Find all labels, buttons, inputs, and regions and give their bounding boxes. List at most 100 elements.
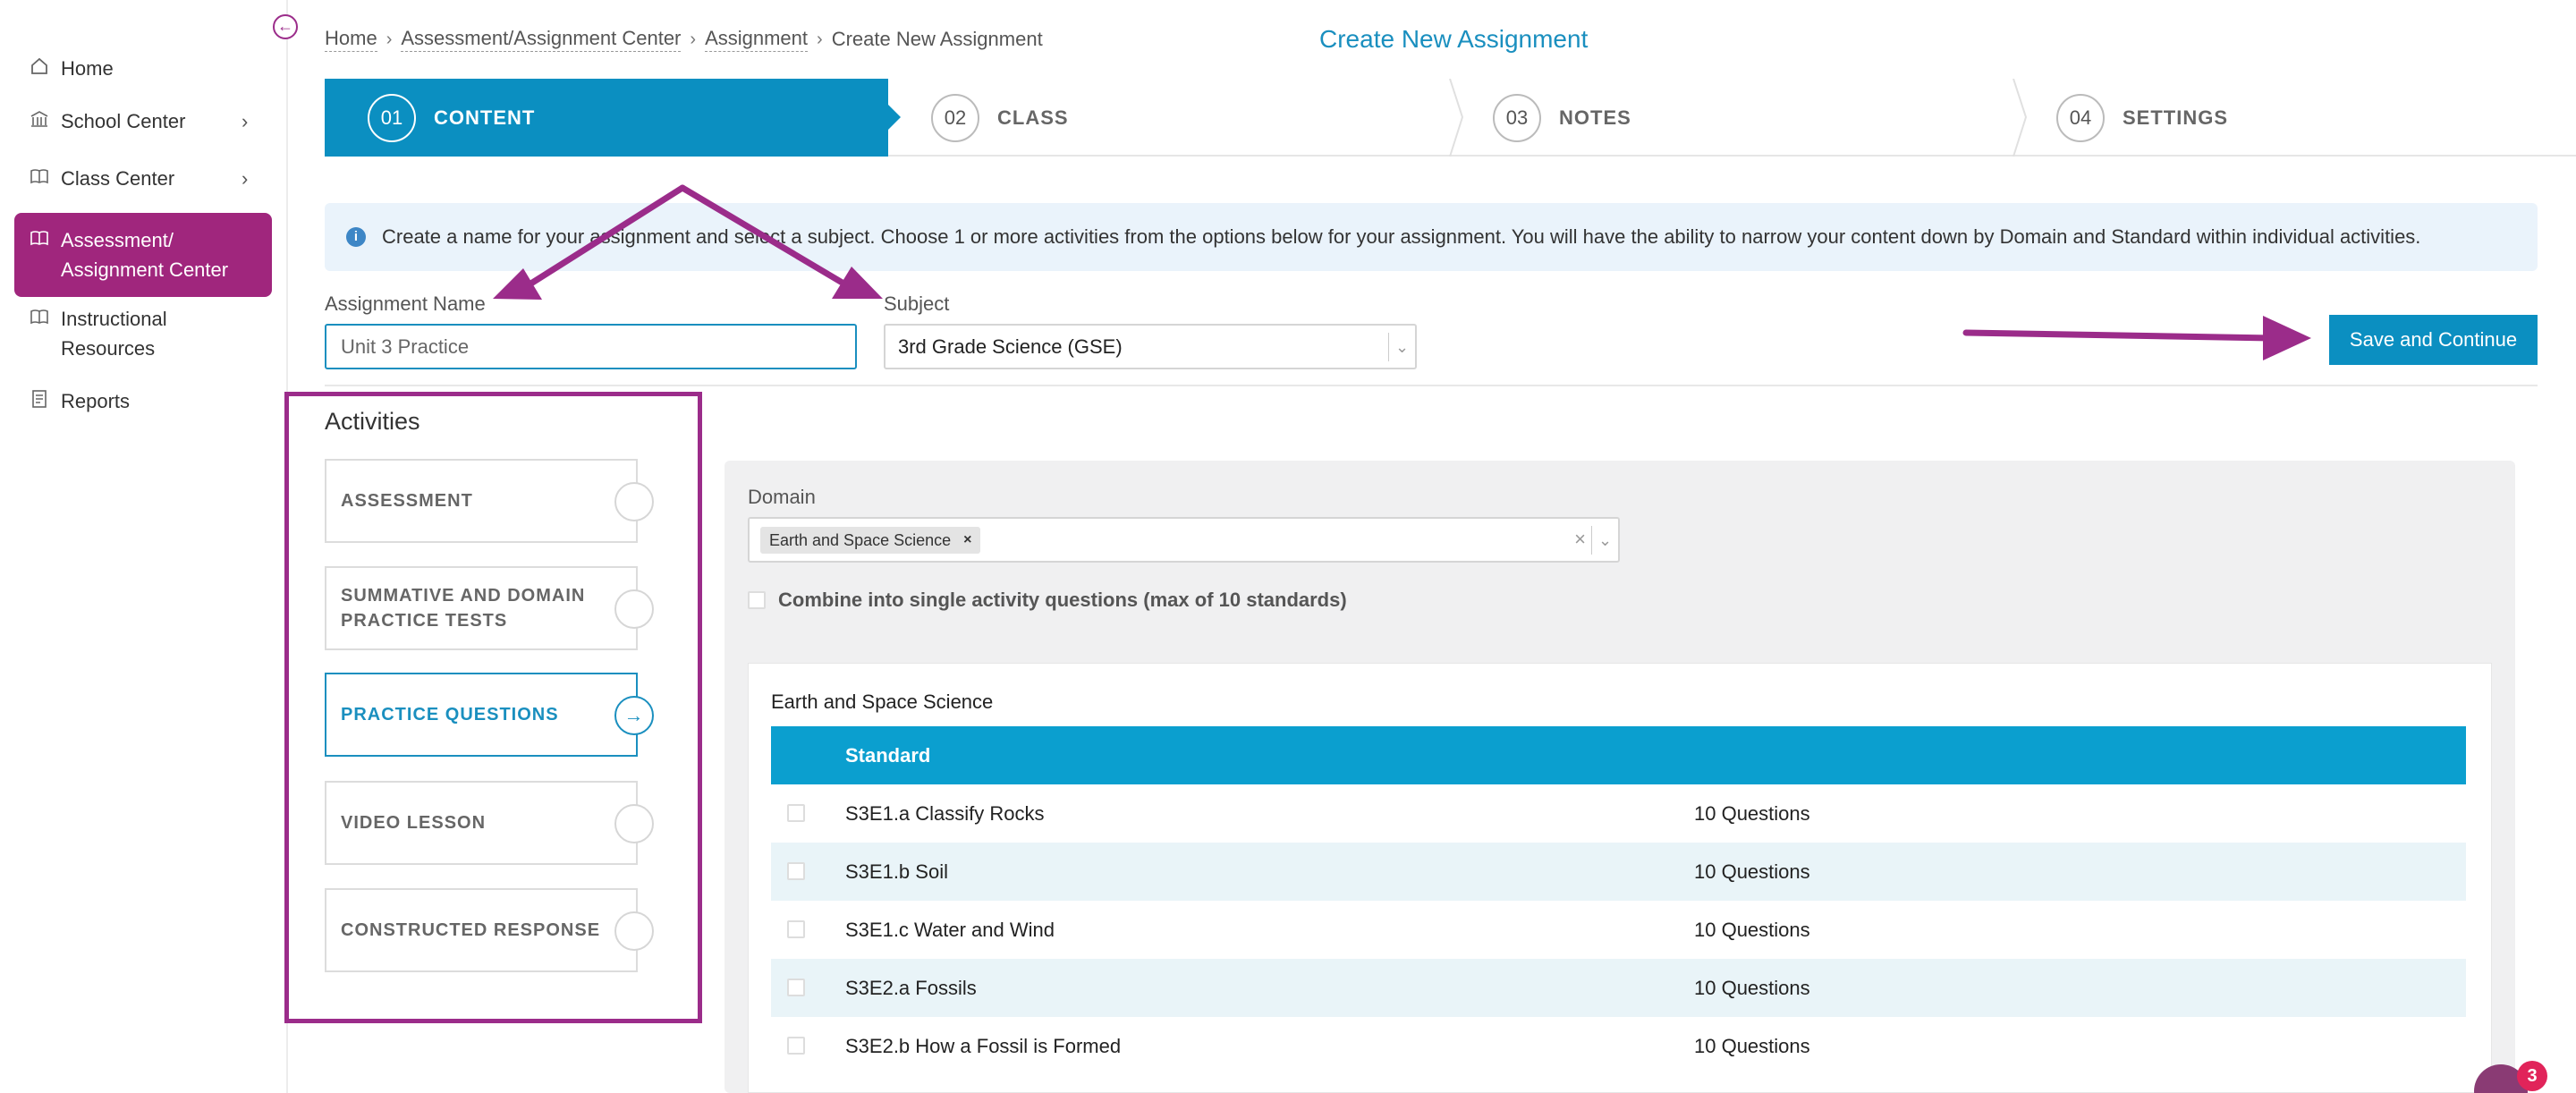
step-notes[interactable]: 03 NOTES xyxy=(1452,79,2015,157)
activity-label: VIDEO LESSON xyxy=(341,813,487,833)
activity-label: CONSTRUCTED RESPONSE xyxy=(341,920,601,940)
subject-value: 3rd Grade Science (GSE) xyxy=(898,335,1123,358)
chevron-down-icon: ⌄ xyxy=(1388,333,1415,361)
breadcrumb-separator-icon: › xyxy=(817,29,823,49)
sidebar-item-label: School Center xyxy=(61,110,186,132)
step-number: 02 xyxy=(931,93,979,142)
breadcrumb-link-home[interactable]: Home xyxy=(325,27,377,52)
arrow-head-icon xyxy=(832,267,883,299)
radio-circle-icon xyxy=(614,804,654,843)
step-number: 04 xyxy=(2056,93,2105,142)
table-row: S3E1.c Water and Wind 10 Questions xyxy=(771,901,2466,959)
step-class[interactable]: 02 CLASS xyxy=(888,79,1452,157)
standards-table-header: Standard xyxy=(771,726,2466,784)
question-count: 10 Questions xyxy=(1694,1034,1810,1057)
sidebar-item-label: Home xyxy=(61,57,114,80)
step-label: CLASS xyxy=(997,106,1069,129)
domain-select[interactable]: Earth and Space Science × × ⌄ xyxy=(748,517,1620,563)
question-count: 10 Questions xyxy=(1694,976,1810,999)
sidebar-item-instructional-resources[interactable]: Instructional Resources xyxy=(14,304,272,363)
save-and-continue-button[interactable]: Save and Continue xyxy=(2329,315,2538,365)
row-checkbox[interactable] xyxy=(787,804,805,822)
activity-practice-questions[interactable]: PRACTICE QUESTIONS → xyxy=(325,673,654,757)
sidebar-item-label: Instructional Resources xyxy=(61,308,167,360)
breadcrumb-separator-icon: › xyxy=(386,29,393,49)
sidebar-item-reports[interactable]: Reports xyxy=(14,386,272,416)
sidebar-item-label: Reports xyxy=(61,390,131,412)
page-title: Create New Assignment xyxy=(1319,25,1589,53)
standard-name: S3E1.a Classify Rocks xyxy=(845,801,1045,825)
assignment-name-input[interactable] xyxy=(325,324,857,369)
divider xyxy=(325,385,2538,386)
activity-video-lesson[interactable]: VIDEO LESSON xyxy=(325,781,654,865)
collapse-sidebar-icon[interactable]: ← xyxy=(273,14,298,39)
standard-name: S3E2.b How a Fossil is Formed xyxy=(845,1034,1122,1057)
standards-table-title: Earth and Space Science xyxy=(771,691,994,713)
arrow-right-circle-icon: → xyxy=(614,696,654,735)
subject-label: Subject xyxy=(884,292,950,315)
breadcrumb-link-assessment-center[interactable]: Assessment/Assignment Center xyxy=(401,27,682,52)
sidebar-item-home[interactable]: Home xyxy=(14,54,272,83)
row-checkbox[interactable] xyxy=(787,979,805,996)
standard-name: S3E1.b Soil xyxy=(845,860,948,883)
combine-checkbox[interactable] xyxy=(748,591,766,609)
remove-tag-icon[interactable]: × xyxy=(963,532,971,548)
standard-name: S3E1.c Water and Wind xyxy=(845,918,1055,941)
sidebar-item-assessment-center[interactable]: Assessment/Assignment Center xyxy=(14,213,272,297)
row-checkbox[interactable] xyxy=(787,1037,805,1055)
home-icon xyxy=(27,56,52,76)
sidebar-item-school-center[interactable]: School Center › xyxy=(14,106,272,136)
radio-circle-icon xyxy=(614,589,654,629)
activity-summative-tests[interactable]: SUMMATIVE AND DOMAIN PRACTICE TESTS xyxy=(325,566,654,650)
table-row: S3E1.b Soil 10 Questions xyxy=(771,843,2466,901)
combine-option: Combine into single activity questions (… xyxy=(748,589,1347,612)
book-icon xyxy=(27,166,52,186)
radio-circle-icon xyxy=(614,482,654,521)
question-count: 10 Questions xyxy=(1694,860,1810,883)
open-book-icon xyxy=(27,228,52,248)
info-icon: i xyxy=(346,227,366,247)
arrow-to-save-line xyxy=(1962,329,2275,342)
column-header-standard: Standard xyxy=(845,743,931,767)
arrow-head-icon xyxy=(2263,316,2311,360)
step-label: CONTENT xyxy=(434,106,536,129)
arrow-head-icon xyxy=(493,268,542,300)
breadcrumb-separator-icon: › xyxy=(690,29,697,49)
domain-tag: Earth and Space Science × xyxy=(760,527,981,554)
breadcrumb: Home › Assessment/Assignment Center › As… xyxy=(325,27,1043,52)
clear-icon[interactable]: × xyxy=(1574,528,1586,551)
notification-badge: 3 xyxy=(2517,1061,2547,1091)
chevron-right-icon: › xyxy=(242,110,249,132)
activity-constructed-response[interactable]: CONSTRUCTED RESPONSE xyxy=(325,888,654,972)
table-row: S3E2.a Fossils 10 Questions xyxy=(771,959,2466,1017)
sidebar-item-label: Class Center xyxy=(61,167,175,190)
chevron-right-icon: › xyxy=(242,167,249,190)
radio-circle-icon xyxy=(614,911,654,951)
step-label: NOTES xyxy=(1559,106,1631,129)
info-text: Create a name for your assignment and se… xyxy=(382,225,2421,248)
activity-assessment[interactable]: ASSESSMENT xyxy=(325,459,654,543)
info-banner: i Create a name for your assignment and … xyxy=(325,203,2538,271)
activity-label: ASSESSMENT xyxy=(341,491,473,511)
combine-label: Combine into single activity questions (… xyxy=(778,589,1347,611)
building-icon xyxy=(27,109,52,129)
subject-select[interactable]: 3rd Grade Science (GSE) ⌄ xyxy=(884,324,1417,369)
breadcrumb-link-assignment[interactable]: Assignment xyxy=(705,27,809,52)
step-number: 03 xyxy=(1493,93,1541,142)
activity-label: PRACTICE QUESTIONS xyxy=(341,705,559,724)
row-checkbox[interactable] xyxy=(787,920,805,938)
sidebar-item-label: Assessment/Assignment Center xyxy=(61,229,229,281)
step-content[interactable]: 01 CONTENT xyxy=(325,79,888,157)
row-checkbox[interactable] xyxy=(787,862,805,880)
activity-label: SUMMATIVE AND DOMAIN PRACTICE TESTS xyxy=(341,586,586,631)
sidebar-item-class-center[interactable]: Class Center › xyxy=(14,164,272,193)
stepper: 01 CONTENT 02 CLASS 03 NOTES 04 SETTINGS xyxy=(325,79,2576,157)
step-label: SETTINGS xyxy=(2123,106,2229,129)
open-book-icon xyxy=(27,307,52,326)
step-number: 01 xyxy=(368,93,416,142)
step-settings[interactable]: 04 SETTINGS xyxy=(2015,79,2576,157)
question-count: 10 Questions xyxy=(1694,801,1810,825)
standard-name: S3E2.a Fossils xyxy=(845,976,977,999)
activities-title: Activities xyxy=(325,408,420,435)
table-row: S3E1.a Classify Rocks 10 Questions xyxy=(771,784,2466,843)
